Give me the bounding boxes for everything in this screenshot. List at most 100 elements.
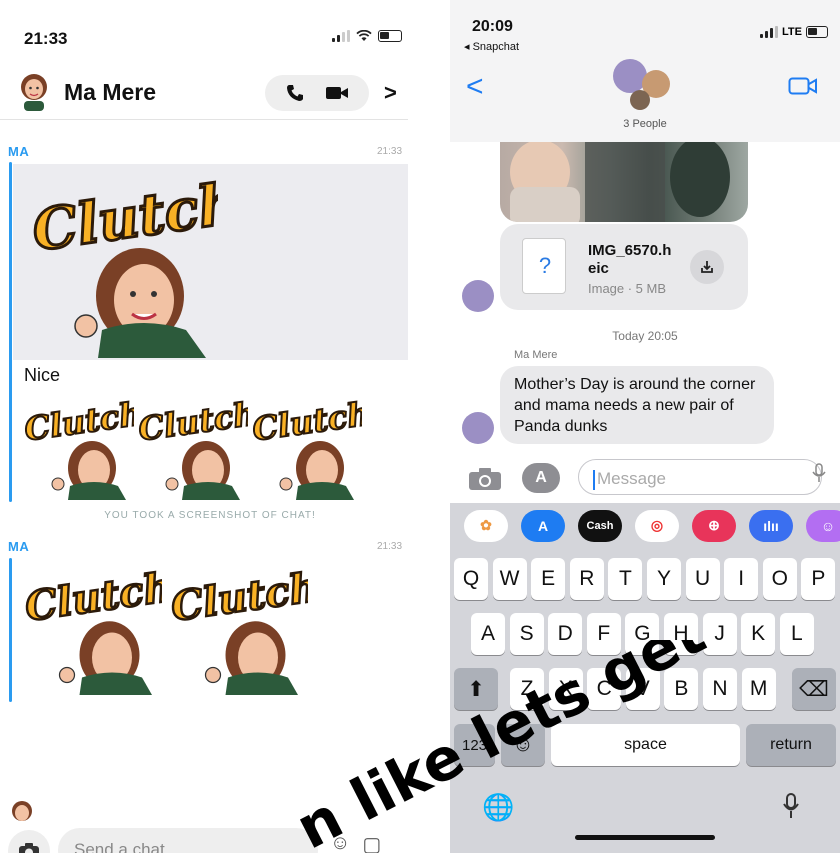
back-chevron-icon[interactable]: < [466, 72, 484, 102]
key-s[interactable]: S [509, 613, 544, 655]
message-sender: MA [8, 539, 30, 554]
key-l[interactable]: L [779, 613, 814, 655]
delete-key[interactable]: ⌫ [792, 668, 836, 710]
key-k[interactable]: K [741, 613, 776, 655]
memoji-icon[interactable]: ☺ [806, 509, 840, 542]
app-store-button[interactable]: A [522, 463, 560, 493]
photo-content [510, 132, 730, 222]
key-p[interactable]: P [801, 558, 836, 600]
image-search-icon[interactable]: ⊕ [692, 509, 736, 542]
key-d[interactable]: D [548, 613, 583, 655]
cards-icon[interactable]: ▢ [362, 832, 381, 853]
battery-icon [806, 26, 828, 38]
status-icons: LTE [760, 26, 828, 38]
clutch-sticker-text: Clutch [22, 563, 162, 630]
sender-name: Ma Mere [514, 349, 558, 361]
status-icons [332, 30, 402, 42]
numbers-key[interactable]: 123 [454, 724, 495, 766]
send-chat-input[interactable]: Send a chat [58, 828, 318, 853]
key-i[interactable]: I [724, 558, 759, 600]
key-m[interactable]: M [741, 668, 776, 710]
battery-icon [378, 30, 402, 42]
dictation-mic-icon[interactable] [782, 792, 800, 820]
key-x[interactable]: X [548, 668, 583, 710]
key-y[interactable]: Y [647, 558, 681, 600]
phone-call-icon[interactable] [285, 83, 305, 103]
key-a[interactable]: A [471, 613, 505, 655]
download-button[interactable] [690, 250, 724, 284]
signal-icon [760, 26, 779, 38]
apple-cash-icon[interactable]: Cash [578, 509, 622, 542]
key-e[interactable]: E [531, 558, 566, 600]
message-bar [9, 162, 12, 502]
network-label: LTE [782, 26, 802, 38]
video-call-icon[interactable] [325, 85, 349, 101]
space-key[interactable]: space [551, 724, 740, 766]
key-b[interactable]: B [664, 668, 699, 710]
status-time: 20:09 [472, 18, 513, 35]
globe-icon[interactable]: 🌐 [482, 792, 514, 823]
bitmoji-clutch-sticker[interactable]: Clutch [250, 396, 362, 500]
photos-app-icon[interactable]: ✿ [464, 509, 508, 542]
date-separator: Today 20:05 [612, 329, 678, 343]
download-icon [701, 261, 713, 273]
back-to-app-link[interactable]: ◂ Snapchat [464, 40, 519, 53]
key-w[interactable]: W [492, 558, 527, 600]
keyboard: 123 ☺ space return ⬆ ⌫ 🌐 QWERTYUIOP ASDFG… [450, 548, 840, 853]
key-r[interactable]: R [569, 558, 604, 600]
key-n[interactable]: N [703, 668, 737, 710]
key-f[interactable]: F [586, 613, 621, 655]
facetime-video-icon[interactable] [788, 76, 818, 96]
group-avatar[interactable] [610, 56, 676, 112]
sender-avatar[interactable] [462, 280, 494, 312]
key-j[interactable]: J [702, 613, 737, 655]
file-attachment-bubble[interactable]: ? IMG_6570.h eic Image · 5 MB [500, 224, 748, 310]
emoji-key[interactable]: ☺ [501, 724, 545, 766]
bitmoji-clutch-sticker[interactable]: Clutch [22, 396, 134, 500]
audio-message-icon[interactable]: ılıı [749, 509, 793, 542]
key-q[interactable]: Q [454, 558, 488, 600]
bitmoji-avatar [12, 801, 32, 821]
snapchat-chat-screen: 21:33 Ma Mere > MA 21:33 Clutch Nice Clu… [0, 0, 420, 853]
bitmoji-clutch-sticker[interactable]: Clutch [136, 396, 248, 500]
key-z[interactable]: Z [510, 668, 544, 710]
message-input[interactable]: Message [578, 459, 822, 495]
screenshot-collage: 21:33 Ma Mere > MA 21:33 Clutch Nice Clu… [0, 0, 840, 853]
key-o[interactable]: O [762, 558, 797, 600]
home-indicator [575, 835, 715, 840]
clutch-sticker-text: Clutch [22, 396, 134, 448]
call-controls [265, 75, 369, 111]
shift-key[interactable]: ⬆ [454, 668, 498, 710]
bitmoji-avatar[interactable] [18, 73, 50, 111]
return-key[interactable]: return [746, 724, 836, 766]
message-placeholder: Message [597, 469, 666, 488]
fitness-activity-icon[interactable]: ◎ [635, 509, 679, 542]
photo-attachment[interactable] [500, 132, 748, 222]
bitmoji-clutch-sticker[interactable]: Clutch [28, 168, 218, 358]
app-store-icon[interactable]: A [521, 509, 565, 542]
bitmoji-clutch-sticker[interactable]: Clutch [22, 560, 162, 700]
contact-name: Ma Mere [64, 79, 157, 105]
key-h[interactable]: H [664, 613, 698, 655]
dictation-mic-icon[interactable] [812, 463, 826, 483]
incoming-message-bubble[interactable]: Mother’s Day is around the corner and ma… [500, 366, 774, 444]
file-meta: Image · 5 MB [588, 281, 667, 296]
key-g[interactable]: G [625, 613, 660, 655]
key-u[interactable]: U [685, 558, 720, 600]
file-name: IMG_6570.h eic [588, 242, 698, 278]
app-store-icon: A [535, 469, 547, 486]
sticker-icon[interactable]: ☺ [330, 832, 350, 853]
bitmoji-clutch-sticker[interactable]: Clutch [168, 560, 308, 700]
sender-avatar[interactable] [462, 412, 494, 444]
chevron-right-icon[interactable]: > [384, 80, 397, 106]
chat-header: Ma Mere > [0, 70, 408, 120]
key-v[interactable]: V [625, 668, 660, 710]
key-c[interactable]: C [587, 668, 622, 710]
camera-icon[interactable] [468, 467, 502, 491]
conversation-header: 20:09 ◂ Snapchat LTE < 3 People [450, 0, 840, 142]
status-time: 21:33 [24, 29, 68, 48]
compose-extras: ☺ ▢ [330, 832, 381, 853]
camera-button[interactable] [8, 830, 50, 853]
key-t[interactable]: T [608, 558, 643, 600]
group-people-label[interactable]: 3 People [450, 118, 840, 130]
